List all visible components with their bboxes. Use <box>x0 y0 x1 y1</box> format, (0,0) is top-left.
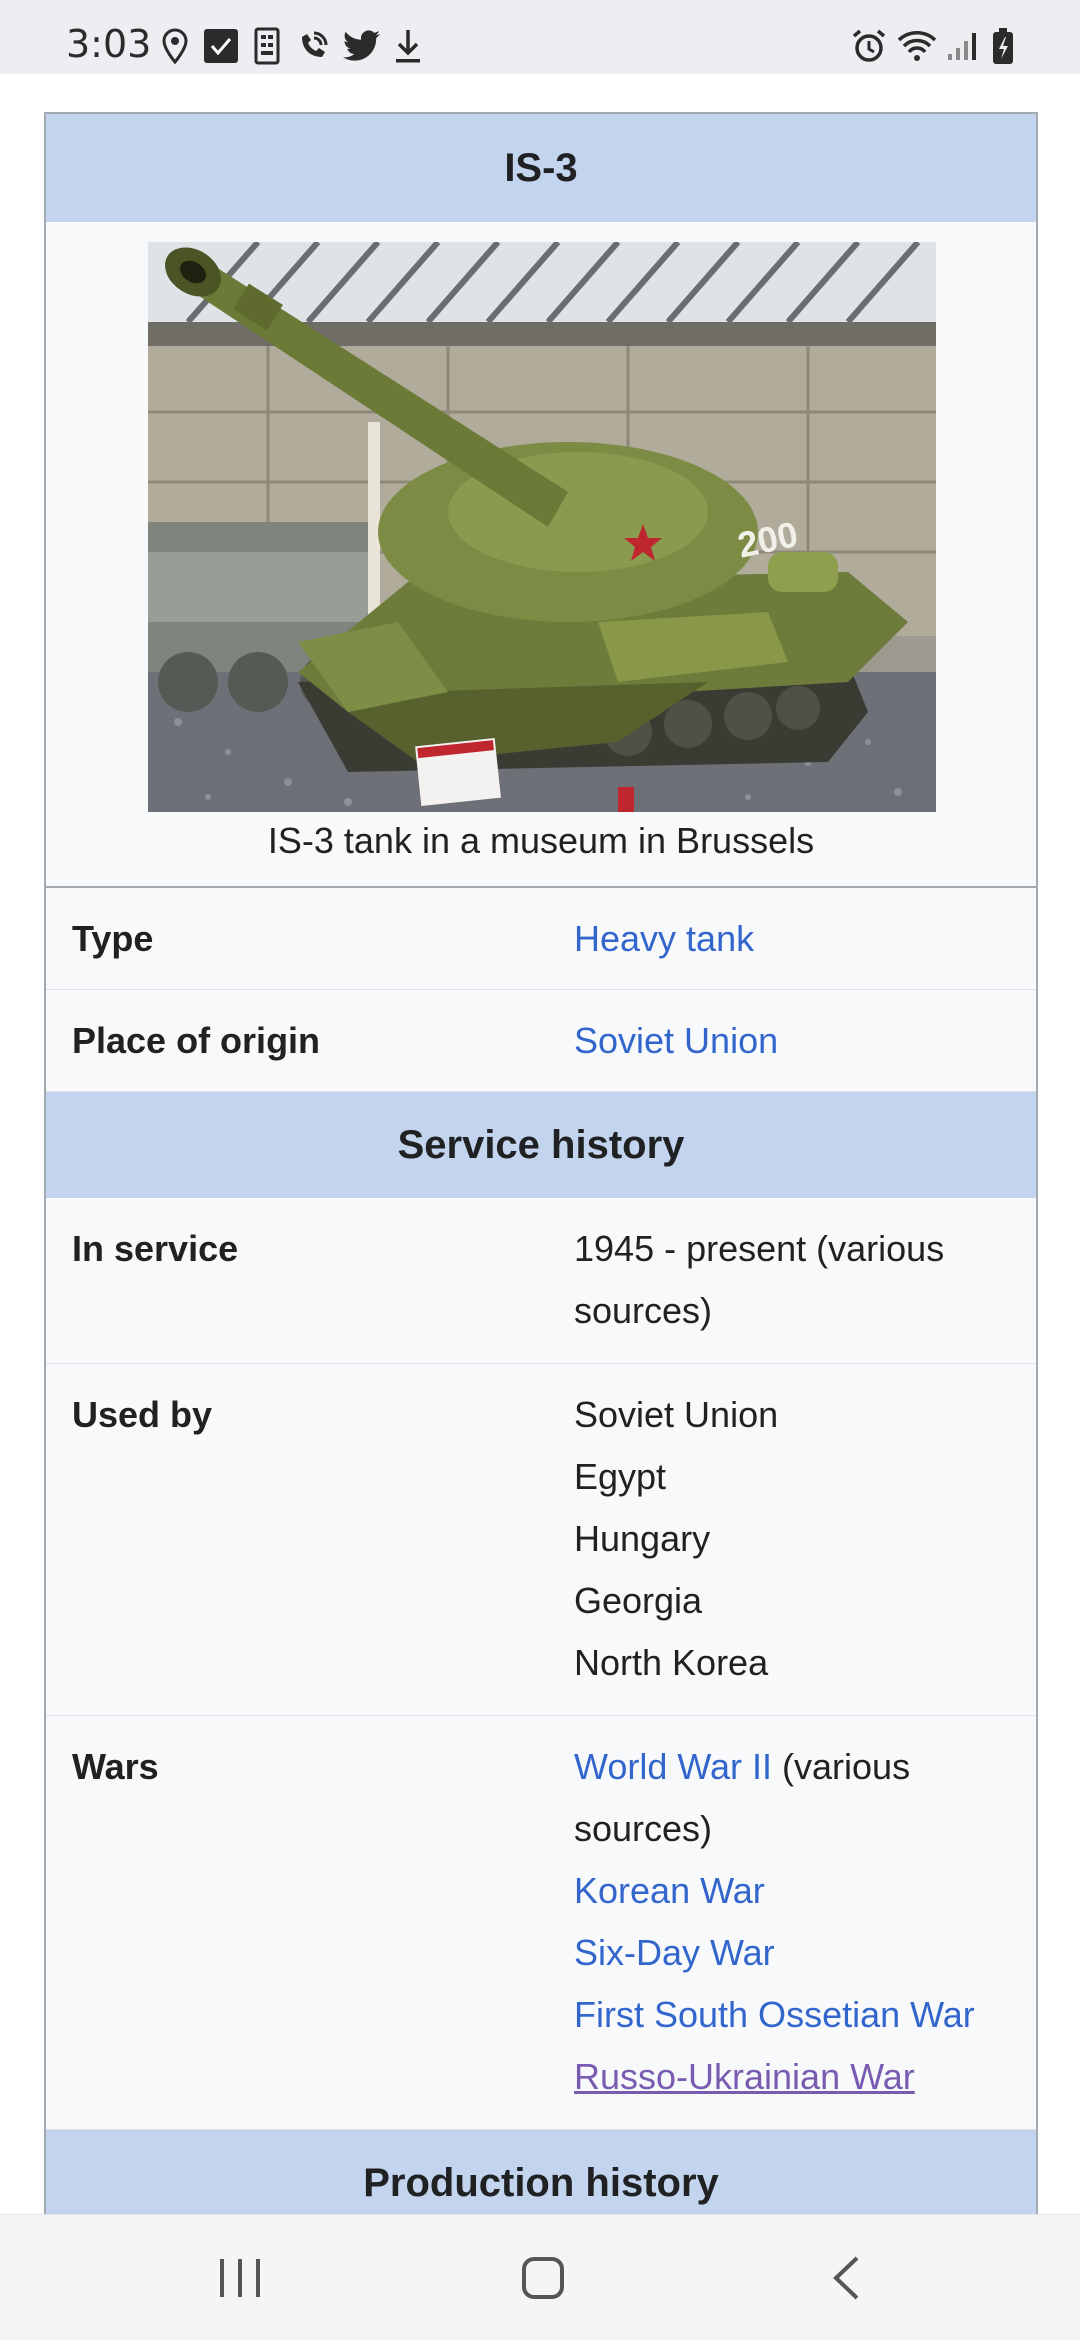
used-by-item: Georgia <box>574 1580 703 1621</box>
row-type: Type Heavy tank <box>46 888 1036 990</box>
navigation-bar <box>0 2214 1080 2340</box>
wifi-icon <box>896 26 938 66</box>
in-service-value-line2: sources) <box>574 1290 713 1331</box>
back-icon[interactable] <box>806 2243 886 2313</box>
infobox-title: IS-3 <box>46 114 1036 222</box>
in-service-value-line1: 1945 - present (various <box>574 1228 945 1269</box>
image-caption: IS-3 tank in a museum in Brussels <box>267 820 815 861</box>
row-wars: Wars World War II (various sources) Kore… <box>46 1716 1036 2130</box>
war-link-ww2[interactable]: World War II <box>574 1746 772 1787</box>
row-used-by: Used by Soviet Union Egypt Hungary Georg… <box>46 1364 1036 1716</box>
service-history-header: Service history <box>46 1092 1036 1198</box>
used-by-label: Used by <box>72 1394 213 1435</box>
type-label: Type <box>72 918 154 959</box>
status-bar: 3:03 <box>0 0 1080 74</box>
location-pin-icon <box>158 26 192 66</box>
used-by-item: Egypt <box>574 1456 667 1497</box>
used-by-item: Soviet Union <box>574 1394 779 1435</box>
wars-label: Wars <box>72 1746 159 1787</box>
origin-label: Place of origin <box>72 1020 321 1061</box>
wifi-calling-icon <box>294 26 332 66</box>
status-time: 3:03 <box>66 22 152 66</box>
row-place-of-origin: Place of origin Soviet Union <box>46 990 1036 1092</box>
battery-icon <box>988 26 1018 66</box>
used-by-item: Hungary <box>574 1518 711 1559</box>
tank-photo[interactable]: 200 <box>148 242 936 812</box>
war-link-russo-ukrainian[interactable]: Russo-Ukrainian War <box>574 2056 915 2097</box>
home-icon[interactable] <box>503 2243 583 2313</box>
origin-link[interactable]: Soviet Union <box>574 1020 778 1061</box>
recent-apps-icon[interactable] <box>200 2243 280 2313</box>
war-link-korean[interactable]: Korean War <box>574 1870 765 1911</box>
war-note: (various <box>772 1746 911 1787</box>
download-icon <box>392 26 424 66</box>
sim-icon <box>252 26 282 66</box>
alarm-icon <box>850 26 888 66</box>
row-in-service: In service 1945 - present (various sourc… <box>46 1198 1036 1364</box>
call-filter-icon <box>202 26 240 66</box>
image-cell: 200 IS-3 tank in a museum in Brussels <box>46 222 1036 888</box>
infobox: IS-3 200 IS-3 tank in a museum in Brusse… <box>44 112 1038 2292</box>
signal-icon <box>944 26 982 66</box>
twitter-icon <box>342 26 382 66</box>
in-service-label: In service <box>72 1228 239 1269</box>
type-link[interactable]: Heavy tank <box>574 918 754 959</box>
war-note-line2: sources) <box>574 1808 713 1849</box>
war-link-six-day[interactable]: Six-Day War <box>574 1932 775 1973</box>
war-link-south-ossetian[interactable]: First South Ossetian War <box>574 1994 975 2035</box>
used-by-item: North Korea <box>574 1642 769 1683</box>
